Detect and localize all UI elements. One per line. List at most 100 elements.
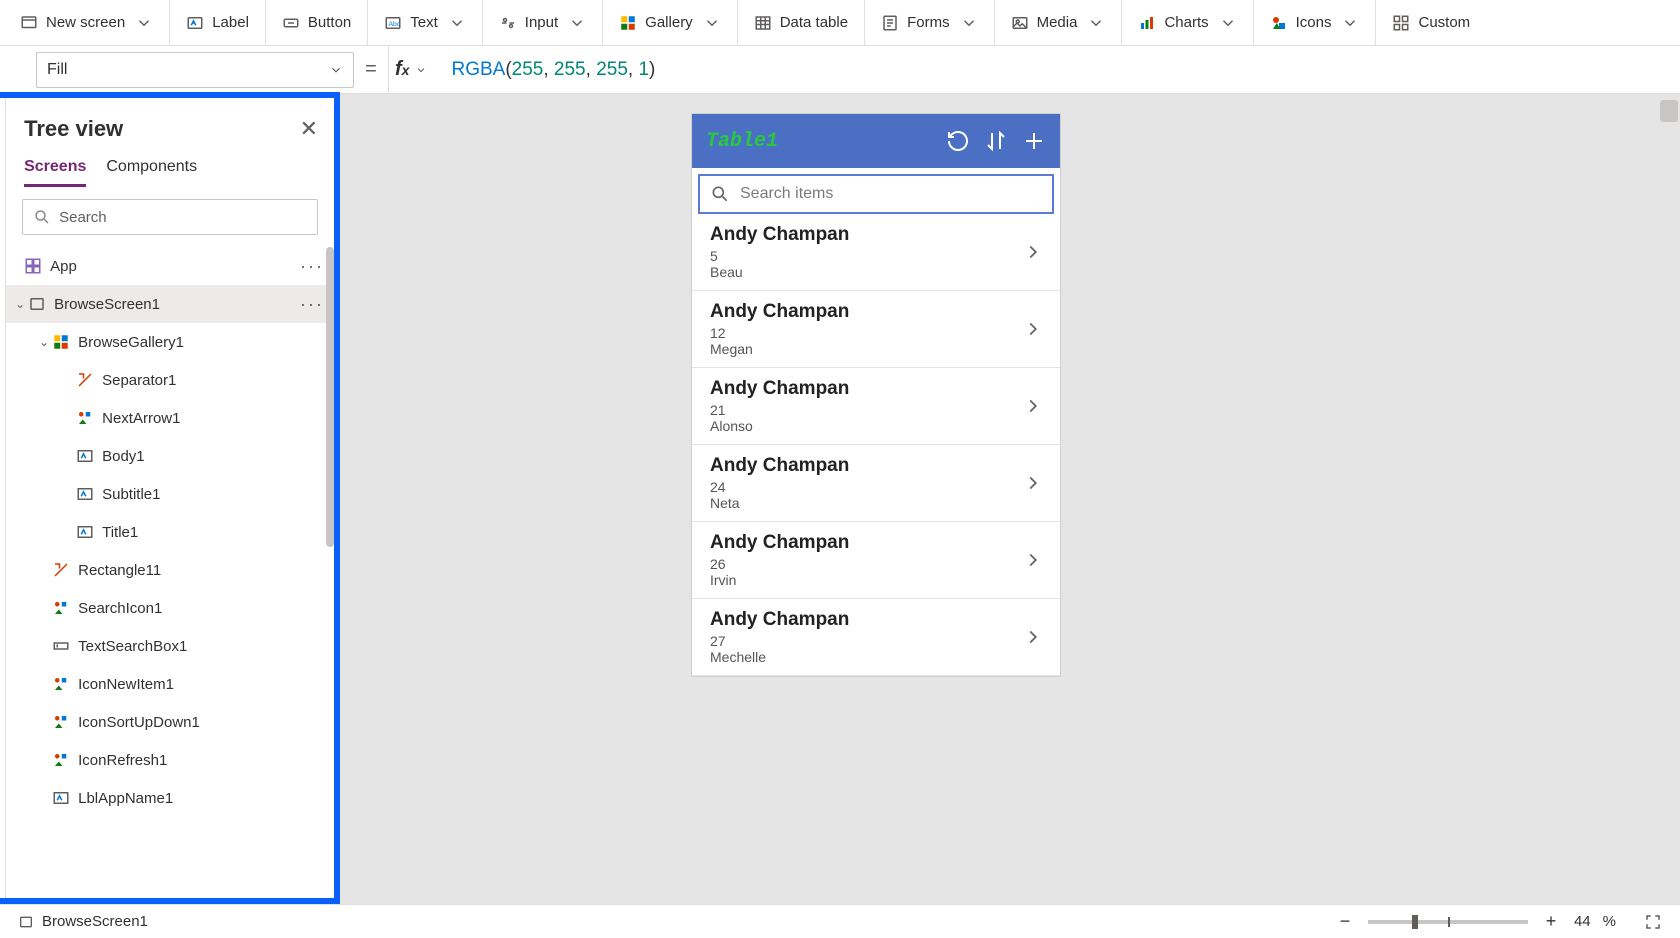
media-label: Media (1037, 14, 1078, 31)
media-button[interactable]: Media (995, 0, 1123, 45)
fit-icon[interactable] (1644, 913, 1662, 931)
zoom-slider[interactable] (1368, 920, 1528, 924)
tree-node-browsescreen1[interactable]: ⌄ BrowseScreen1 ··· (6, 285, 334, 323)
label-icon (76, 447, 94, 465)
input-button[interactable]: Input (483, 0, 603, 45)
label-icon (52, 789, 70, 807)
gallery-item[interactable]: Andy Champan21Alonso (692, 368, 1060, 445)
new-screen-label: New screen (46, 14, 125, 31)
scrollbar[interactable] (1660, 100, 1678, 122)
ellipsis-icon[interactable]: ··· (300, 256, 324, 277)
custom-button[interactable]: Custom (1376, 0, 1486, 45)
gallery-item[interactable]: Andy Champan5Beau (692, 214, 1060, 291)
control-icon (52, 675, 70, 693)
icons-button[interactable]: Icons (1254, 0, 1377, 45)
status-bar: BrowseScreen1 − + 44 % (0, 904, 1680, 938)
data-table-button[interactable]: Data table (738, 0, 865, 45)
tree-node-searchicon1[interactable]: SearchIcon1 (6, 589, 334, 627)
chevron-down-icon (329, 63, 343, 77)
formula-bar-row: Fill = fx RGBA(255, 255, 255, 1) (0, 46, 1680, 94)
button-label: Button (308, 14, 351, 31)
refresh-icon[interactable] (946, 129, 970, 153)
gallery-item[interactable]: Andy Champan27Mechelle (692, 599, 1060, 676)
preview-search-placeholder: Search items (740, 185, 833, 203)
tree-node-iconsortupdown1[interactable]: IconSortUpDown1 (6, 703, 334, 741)
tab-screens[interactable]: Screens (24, 158, 86, 187)
gallery-item[interactable]: Andy Champan26Irvin (692, 522, 1060, 599)
tree-node-app[interactable]: App ··· (6, 247, 334, 285)
label-button[interactable]: Label (170, 0, 266, 45)
tree-view-tabs: Screens Components (6, 150, 334, 187)
tab-components[interactable]: Components (106, 158, 197, 187)
fx-button[interactable]: fx (388, 46, 439, 93)
sort-icon[interactable] (984, 129, 1008, 153)
insert-toolbar: New screen Label Button Abc Text Input G… (0, 0, 1680, 46)
tree-node-title1[interactable]: Title1 (6, 513, 334, 551)
zoom-control: − + 44 % (1334, 911, 1662, 933)
screen-icon (18, 914, 34, 930)
caret-down-icon[interactable]: ⌄ (36, 335, 52, 349)
chevron-down-icon (568, 14, 586, 32)
scrollbar[interactable] (326, 247, 334, 547)
tree-node-body1[interactable]: Body1 (6, 437, 334, 475)
tree-node-subtitle1[interactable]: Subtitle1 (6, 475, 334, 513)
charts-button[interactable]: Charts (1122, 0, 1253, 45)
gallery-item[interactable]: Andy Champan12Megan (692, 291, 1060, 368)
canvas[interactable]: Table1 Search items Andy Champan5BeauAnd… (340, 94, 1680, 904)
tree-view-panel: Tree view ✕ Screens Components Search Ap… (6, 98, 334, 898)
shape-icon (52, 561, 70, 579)
selection-indicator[interactable]: BrowseScreen1 (18, 913, 148, 930)
icons-label: Icons (1296, 14, 1332, 31)
zoom-in-button[interactable]: + (1540, 911, 1562, 933)
close-icon[interactable]: ✕ (300, 116, 318, 142)
forms-button[interactable]: Forms (865, 0, 995, 45)
control-icon (52, 713, 70, 731)
tree-node-lblappname1[interactable]: LblAppName1 (6, 779, 334, 817)
tree-node-label: NextArrow1 (102, 410, 180, 427)
tree-search[interactable]: Search (22, 199, 318, 235)
ellipsis-icon[interactable]: ··· (300, 294, 324, 315)
preview-search[interactable]: Search items (698, 174, 1054, 214)
text-button[interactable]: Abc Text (368, 0, 483, 45)
tree-node-textsearchbox1[interactable]: TextSearchBox1 (6, 627, 334, 665)
tree-node-browsegallery1[interactable]: ⌄ BrowseGallery1 (6, 323, 334, 361)
media-icon (1011, 14, 1029, 32)
zoom-thumb[interactable] (1412, 915, 1418, 929)
tree-node-nextarrow1[interactable]: NextArrow1 (6, 399, 334, 437)
gallery-item-num: 24 (710, 479, 1022, 495)
tree-node-separator1[interactable]: Separator1 (6, 361, 334, 399)
chevron-down-icon (1219, 14, 1237, 32)
gallery-item-sub: Mechelle (710, 649, 1022, 665)
chevron-right-icon (1022, 472, 1044, 494)
app-icon (24, 257, 42, 275)
new-screen-button[interactable]: New screen (0, 0, 170, 45)
gallery-button[interactable]: Gallery (603, 0, 738, 45)
add-icon[interactable] (1022, 129, 1046, 153)
gallery-item-title: Andy Champan (710, 609, 1022, 631)
app-preview: Table1 Search items Andy Champan5BeauAnd… (692, 114, 1060, 676)
zoom-out-button[interactable]: − (1334, 911, 1356, 933)
button-button[interactable]: Button (266, 0, 368, 45)
tree-node-label: IconRefresh1 (78, 752, 167, 769)
gallery-item-sub: Neta (710, 495, 1022, 511)
gallery-item-sub: Irvin (710, 572, 1022, 588)
tree-node-iconnewitem1[interactable]: IconNewItem1 (6, 665, 334, 703)
screen-icon (20, 14, 38, 32)
gallery-item[interactable]: Andy Champan 24Neta (692, 445, 1060, 522)
search-icon (710, 184, 730, 204)
gallery-item-sub: Beau (710, 264, 1022, 280)
property-selector[interactable]: Fill (36, 52, 354, 88)
gallery-item-title: Andy Champan (710, 455, 1022, 477)
formula-bar[interactable]: RGBA(255, 255, 255, 1) (439, 59, 1680, 81)
input-label: Input (525, 14, 558, 31)
tree-node-rectangle11[interactable]: Rectangle11 (6, 551, 334, 589)
caret-down-icon[interactable]: ⌄ (12, 297, 28, 311)
shape-icon (76, 371, 94, 389)
tree-node-label: Separator1 (102, 372, 176, 389)
gallery-icon (52, 333, 70, 351)
search-icon (33, 208, 51, 226)
chevron-right-icon (1022, 549, 1044, 571)
tree-node-iconrefresh1[interactable]: IconRefresh1 (6, 741, 334, 779)
table-icon (754, 14, 772, 32)
button-icon (282, 14, 300, 32)
